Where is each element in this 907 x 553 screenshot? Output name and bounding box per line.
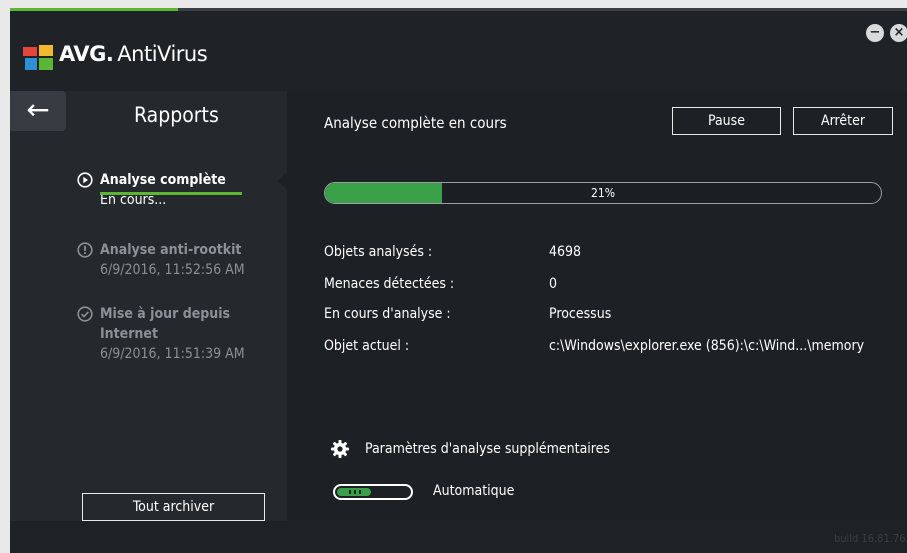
toggle-grip-icon: [349, 490, 361, 494]
alert-circle-icon: [77, 242, 93, 258]
report-item-name-line2: Internet: [100, 326, 158, 342]
report-item-date: 6/9/2016, 11:51:39 AM: [100, 346, 245, 362]
report-item-date: 6/9/2016, 11:52:56 AM: [100, 262, 245, 278]
title-bar: AVG. AntiVirus − ×: [10, 11, 907, 91]
info-value: Processus: [549, 306, 612, 322]
toggle-knob: [337, 488, 371, 496]
stop-button[interactable]: Arrêter: [793, 107, 893, 135]
build-number: build 16.81.7639: [834, 532, 907, 545]
pause-button[interactable]: Pause: [672, 107, 781, 135]
check-circle-icon: [77, 306, 93, 322]
scan-title: Analyse complète en cours: [324, 114, 507, 132]
back-arrow-icon: ←: [26, 93, 50, 126]
info-label: En cours d'analyse :: [324, 306, 451, 322]
brand-avg: AVG.: [59, 42, 114, 66]
app-title: AVG. AntiVirus: [59, 42, 208, 66]
extra-scan-settings-link[interactable]: Paramètres d'analyse supplémentaires: [365, 441, 610, 457]
scan-progress-bar: 21%: [324, 182, 882, 204]
sidebar-title: Rapports: [134, 103, 219, 127]
avg-logo-icon: [23, 45, 53, 70]
automatic-toggle-label: Automatique: [433, 483, 515, 499]
automatic-toggle[interactable]: [333, 484, 413, 500]
app-window: AVG. AntiVirus − × ← Rapports Analyse com…: [10, 8, 907, 553]
report-item-update[interactable]: Mise à jour depuis Internet 6/9/2016, 11…: [76, 304, 245, 364]
scan-progress-label: 21%: [591, 186, 615, 200]
brand-product: AntiVirus: [117, 42, 208, 66]
info-value: 0: [549, 276, 558, 292]
minimize-button[interactable]: −: [866, 24, 884, 42]
info-label: Menaces détectées :: [324, 276, 455, 292]
sidebar: ← Rapports Analyse complète En cours...: [10, 91, 287, 521]
info-value: c:\Windows\explorer.exe (856):\c:\Wind..…: [549, 338, 865, 354]
play-circle-icon: [77, 172, 93, 188]
info-value: 4698: [549, 244, 582, 260]
report-item-name: Mise à jour depuis: [100, 306, 231, 322]
active-item-notch: [278, 172, 287, 190]
gear-icon[interactable]: [331, 440, 349, 458]
report-item-full-scan[interactable]: Analyse complète En cours...: [76, 170, 226, 210]
report-item-name: Analyse complète: [100, 172, 226, 188]
scan-panel: Analyse complète en cours Pause Arrêter …: [287, 91, 907, 521]
info-label: Objet actuel :: [324, 338, 410, 354]
report-item-anti-rootkit[interactable]: Analyse anti-rootkit 6/9/2016, 11:52:56 …: [76, 240, 245, 280]
close-button[interactable]: ×: [890, 24, 907, 42]
back-button[interactable]: ←: [10, 91, 66, 131]
archive-all-button[interactable]: Tout archiver: [82, 493, 265, 521]
report-item-name: Analyse anti-rootkit: [100, 242, 242, 258]
status-bar: build 16.81.7639: [10, 521, 907, 553]
active-item-underline: [100, 192, 242, 195]
info-label: Objets analysés :: [324, 244, 433, 260]
